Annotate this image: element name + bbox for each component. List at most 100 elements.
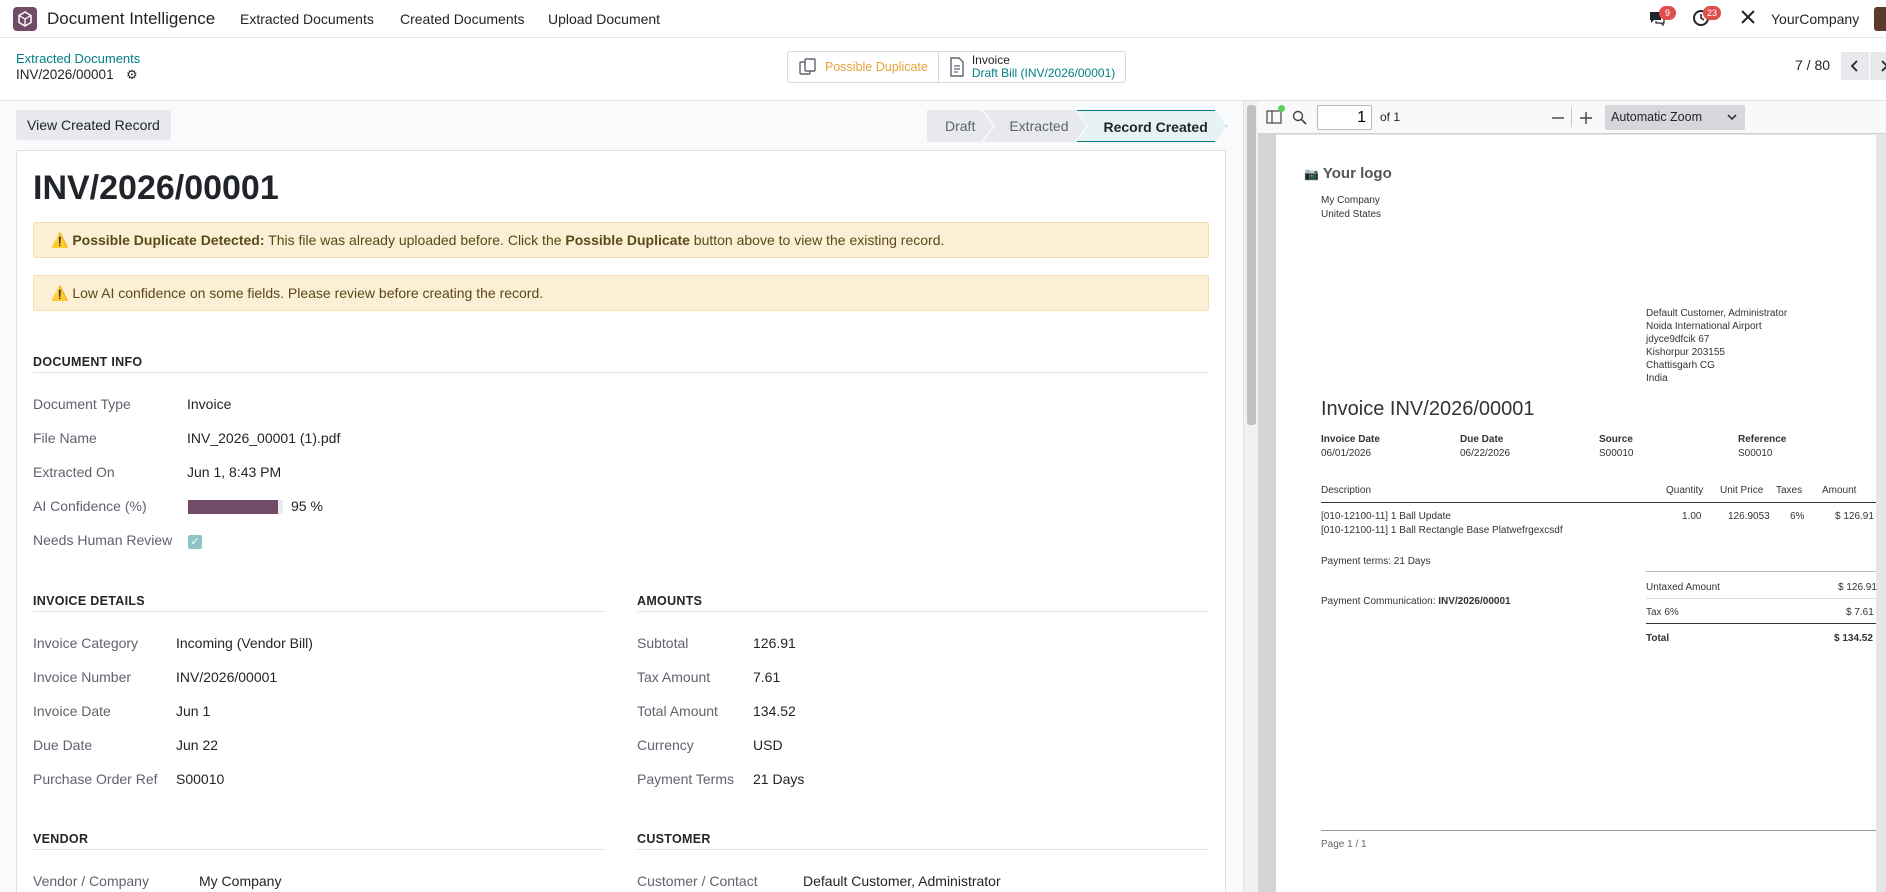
pdf-payment-comm: Payment Communication: INV/2026/00001 bbox=[1321, 596, 1511, 607]
payment-terms-value[interactable]: 21 Days bbox=[753, 771, 804, 787]
record-name: INV/2026/00001 bbox=[16, 67, 114, 82]
payment-terms-label: Payment Terms bbox=[637, 771, 734, 787]
pdf-info-value: S00010 bbox=[1738, 448, 1773, 459]
invoice-date-value[interactable]: Jun 1 bbox=[176, 703, 210, 719]
activity-button[interactable]: 23 bbox=[1692, 6, 1722, 29]
app-name[interactable]: Document Intelligence bbox=[47, 9, 215, 29]
currency-value[interactable]: USD bbox=[753, 737, 783, 753]
possible-duplicate-button[interactable]: Possible Duplicate bbox=[788, 52, 938, 82]
pager-value[interactable]: 7 / 80 bbox=[1795, 57, 1830, 73]
due-date-value[interactable]: Jun 22 bbox=[176, 737, 218, 753]
zoom-select-value: Automatic Zoom bbox=[1611, 110, 1703, 124]
record-title: INV/2026/00001 bbox=[33, 169, 279, 207]
customer-contact-value[interactable]: Default Customer, Administrator bbox=[803, 873, 1001, 889]
needs-review-label: Needs Human Review bbox=[33, 532, 173, 548]
section-divider bbox=[33, 611, 605, 612]
alert-bold-1: Possible Duplicate Detected: bbox=[72, 232, 265, 248]
section-amounts: AMOUNTS bbox=[637, 594, 703, 608]
pdf-line-tax: 6% bbox=[1790, 511, 1805, 522]
pdf-line-description: [010-12100-11] 1 Ball Update bbox=[1321, 511, 1451, 522]
form-view: View Created Record Draft Extracted Reco… bbox=[0, 101, 1243, 892]
pager-next-button[interactable] bbox=[1870, 52, 1886, 80]
page-count: of 1 bbox=[1380, 110, 1401, 124]
view-created-record-button[interactable]: View Created Record bbox=[16, 110, 171, 140]
pdf-totals-line bbox=[1646, 571, 1876, 572]
ai-confidence-field bbox=[17, 500, 417, 514]
status-bar: Draft Extracted Record Created bbox=[927, 110, 1227, 142]
menu-created-documents[interactable]: Created Documents bbox=[400, 11, 525, 27]
pdf-line-qty: 1.00 bbox=[1682, 511, 1702, 522]
pdf-total-label: Total bbox=[1646, 633, 1670, 644]
file-name-value[interactable]: INV_2026_00001 (1).pdf bbox=[187, 430, 340, 446]
po-ref-value[interactable]: S00010 bbox=[176, 771, 224, 787]
currency-label: Currency bbox=[637, 737, 694, 753]
pdf-info-value: S00010 bbox=[1599, 448, 1634, 459]
pdf-table-line bbox=[1321, 502, 1876, 503]
zoom-out-icon[interactable] bbox=[1551, 112, 1565, 124]
gear-icon[interactable]: ⚙ bbox=[126, 67, 138, 83]
cube-icon bbox=[18, 11, 32, 27]
total-amount-value[interactable]: 134.52 bbox=[753, 703, 796, 719]
pdf-payment-comm-value: INV/2026/00001 bbox=[1438, 596, 1511, 607]
debug-tools-button[interactable] bbox=[1740, 9, 1760, 29]
needs-review-checkbox[interactable]: ✓ bbox=[188, 535, 202, 549]
invoice-number-value[interactable]: INV/2026/00001 bbox=[176, 669, 277, 685]
document-type-label: Document Type bbox=[33, 396, 131, 412]
app-icon[interactable] bbox=[13, 7, 37, 31]
pdf-tax-label: Tax 6% bbox=[1646, 607, 1679, 618]
chevron-left-icon bbox=[1850, 60, 1858, 72]
ai-confidence-fill bbox=[188, 500, 279, 514]
vendor-company-value[interactable]: My Company bbox=[199, 873, 281, 889]
alert-text-1: This file was already uploaded before. C… bbox=[264, 232, 566, 248]
invoice-category-label: Invoice Category bbox=[33, 635, 139, 651]
zoom-in-icon[interactable] bbox=[1579, 111, 1593, 125]
pdf-customer-line: Default Customer, Administrator bbox=[1646, 308, 1788, 319]
invoice-smart-button[interactable]: Invoice Draft Bill (INV/2026/00001) bbox=[937, 52, 1125, 82]
page-number-input[interactable] bbox=[1317, 105, 1372, 130]
form-scrollbar[interactable] bbox=[1243, 101, 1258, 892]
pager-previous-button[interactable] bbox=[1841, 52, 1869, 80]
tools-icon bbox=[1741, 10, 1755, 24]
warning-icon: ⚠️ bbox=[51, 232, 73, 248]
subtotal-value[interactable]: 126.91 bbox=[753, 635, 796, 651]
invoice-number-label: Invoice Number bbox=[33, 669, 132, 685]
sidebar-toggle-icon[interactable] bbox=[1266, 110, 1282, 124]
alert-text-2: button above to view the existing record… bbox=[689, 232, 945, 248]
pdf-line-amount: $ 126.91 bbox=[1835, 511, 1874, 522]
tax-amount-value[interactable]: 7.61 bbox=[753, 669, 780, 685]
vendor-company-label: Vendor / Company bbox=[33, 873, 149, 889]
document-type-value[interactable]: Invoice bbox=[187, 396, 231, 412]
scrollbar-thumb[interactable] bbox=[1247, 105, 1256, 425]
stage-record-created[interactable]: Record Created bbox=[1076, 110, 1226, 142]
toolbar-separator bbox=[1571, 107, 1572, 127]
menu-extracted-documents[interactable]: Extracted Documents bbox=[240, 11, 374, 27]
pdf-toolbar: of 1 Automatic Zoom bbox=[1258, 101, 1886, 134]
extracted-on-label: Extracted On bbox=[33, 464, 115, 480]
section-divider bbox=[33, 849, 605, 850]
user-avatar[interactable] bbox=[1874, 7, 1886, 31]
search-icon[interactable] bbox=[1292, 110, 1307, 125]
section-divider bbox=[637, 849, 1209, 850]
copy-icon bbox=[799, 58, 816, 75]
company-switcher[interactable]: YourCompany bbox=[1771, 11, 1859, 27]
invoice-category-value[interactable]: Incoming (Vendor Bill) bbox=[176, 635, 313, 651]
status-dot bbox=[1278, 105, 1285, 112]
breadcrumb-extracted-documents[interactable]: Extracted Documents bbox=[16, 51, 140, 66]
pdf-customer-line: jdyce9dfcik 67 bbox=[1646, 334, 1710, 345]
chat-button[interactable]: 9 bbox=[1648, 6, 1676, 29]
form-sheet: INV/2026/00001 ⚠️ Possible Duplicate Det… bbox=[16, 150, 1226, 892]
stage-draft[interactable]: Draft bbox=[927, 110, 993, 142]
menu-upload-document[interactable]: Upload Document bbox=[548, 11, 660, 27]
pdf-footer-line bbox=[1321, 830, 1876, 831]
pdf-untaxed-value: $ 126.91 bbox=[1838, 582, 1877, 593]
extracted-on-value[interactable]: Jun 1, 8:43 PM bbox=[187, 464, 281, 480]
pdf-tax-value: $ 7.61 bbox=[1846, 607, 1874, 618]
stage-extracted[interactable]: Extracted bbox=[983, 110, 1086, 142]
invoice-smart-subtitle: Draft Bill (INV/2026/00001) bbox=[971, 66, 1116, 80]
pdf-totals-line bbox=[1646, 598, 1876, 599]
section-customer: CUSTOMER bbox=[637, 832, 711, 846]
zoom-select[interactable]: Automatic Zoom bbox=[1605, 105, 1745, 130]
subtotal-label: Subtotal bbox=[637, 635, 689, 651]
pdf-payment-comm-label: Payment Communication: bbox=[1321, 596, 1439, 607]
pdf-customer-line: Kishorpur 203155 bbox=[1646, 347, 1725, 358]
